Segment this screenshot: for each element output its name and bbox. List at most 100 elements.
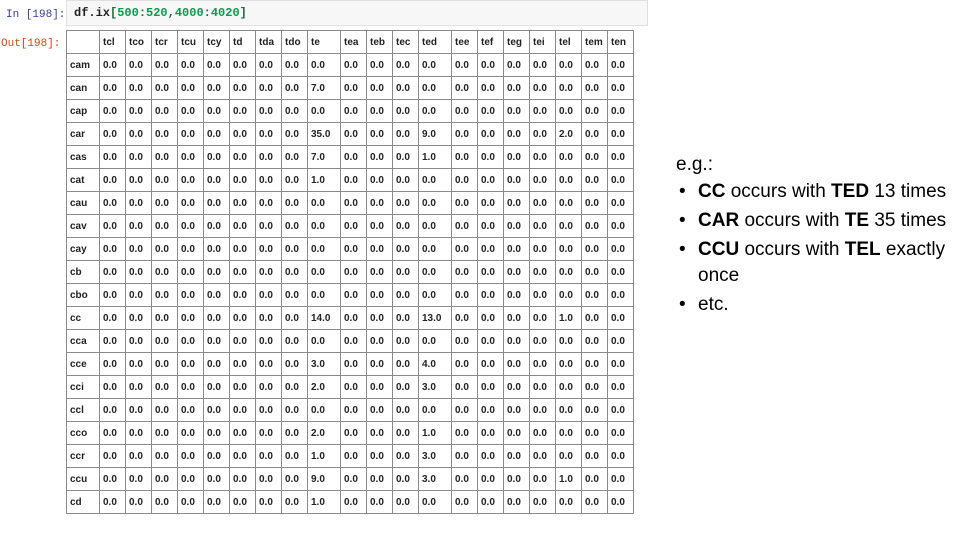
dataframe-column-header: tda [255,30,282,54]
dataframe-cell: 0.0 [151,375,178,399]
dataframe-cell: 0.0 [255,352,282,376]
dataframe-cell: 1.0 [307,490,341,514]
dataframe-cell: 0.0 [255,53,282,77]
dataframe-cell: 0.0 [281,237,308,261]
dataframe-cell: 0.0 [340,191,367,215]
code-colon-1: : [138,6,147,20]
dataframe-cell: 9.0 [307,467,341,491]
dataframe-cell: 0.0 [607,122,634,146]
dataframe-cell: 0.0 [177,145,204,169]
dataframe-cell: 0.0 [151,306,178,330]
code-row-end: 520 [146,6,168,20]
dataframe-cell: 0.0 [607,490,634,514]
dataframe-cell: 0.0 [366,306,393,330]
dataframe-cell: 0.0 [529,76,556,100]
dataframe-cell: 0.0 [451,398,478,422]
dataframe-cell: 0.0 [281,214,308,238]
dataframe-cell: 0.0 [203,444,230,468]
dataframe-cell: 0.0 [177,191,204,215]
dataframe-cell: 0.0 [99,306,126,330]
dataframe-cell: 0.0 [203,191,230,215]
dataframe-container: tcl tco tcr tcu tcy td tda tdo te tea teb tec ted tee… [66,30,648,514]
dataframe-cell: 0.0 [203,168,230,192]
dataframe-cell: 0.0 [99,398,126,422]
table-row: cci 0.0 0.0 0.0 0.0 0.0 0.0 0.0 0.0 2.0 0.0 0.0 0.0 3… [66,375,634,399]
dataframe-cell: 0.0 [451,329,478,353]
dataframe-cell: 0.0 [229,237,256,261]
dataframe-cell: 1.0 [418,145,452,169]
dataframe-cell: 0.0 [529,467,556,491]
dataframe-cell: 0.0 [151,490,178,514]
dataframe-cell: 0.0 [229,444,256,468]
notebook-input-cell[interactable]: In [198]: df.ix[500:520,4000:4020] [0,0,648,26]
dataframe-cell: 0.0 [392,329,419,353]
note-term: TED [831,181,870,202]
dataframe-column-header: ten [607,30,634,54]
dataframe-cell: 0.0 [555,375,582,399]
dataframe-cell: 0.0 [229,53,256,77]
dataframe-cell: 0.0 [503,214,530,238]
dataframe-cell: 0.0 [418,490,452,514]
dataframe-cell: 0.0 [340,76,367,100]
dataframe-cell: 0.0 [203,421,230,445]
dataframe-cell: 0.0 [281,352,308,376]
dataframe-cell: 0.0 [477,145,504,169]
dataframe-column-header: td [229,30,256,54]
note-text: occurs with [739,210,845,231]
code-input-box[interactable]: df.ix[500:520,4000:4020] [66,0,648,26]
table-row: cam 0.0 0.0 0.0 0.0 0.0 0.0 0.0 0.0 0.0 0.0 0.0 0.0 0… [66,53,634,77]
dataframe-cell: 0.0 [392,214,419,238]
dataframe-cell: 0.0 [125,168,152,192]
dataframe-cell: 0.0 [255,490,282,514]
dataframe-cell: 0.0 [125,76,152,100]
dataframe-column-header: tcl [99,30,126,54]
dataframe-cell: 0.0 [203,398,230,422]
code-line: df.ix[500:520,4000:4020] [74,6,247,20]
dataframe-cell: 0.0 [607,53,634,77]
dataframe-cell: 0.0 [477,467,504,491]
list-item: • CAR occurs with TE 35 times [676,208,962,234]
dataframe-cell: 0.0 [392,467,419,491]
dataframe-cell: 0.0 [451,467,478,491]
dataframe-cell: 0.0 [581,375,608,399]
dataframe-cell: 0.0 [451,53,478,77]
table-row: cap 0.0 0.0 0.0 0.0 0.0 0.0 0.0 0.0 0.0 0.0 0.0 0.0 0… [66,99,634,123]
dataframe-cell: 0.0 [281,122,308,146]
dataframe-cell: 0.0 [99,421,126,445]
dataframe-cell: 0.0 [99,168,126,192]
dataframe-cell: 0.0 [555,99,582,123]
dataframe-cell: 0.0 [451,375,478,399]
table-row: cau 0.0 0.0 0.0 0.0 0.0 0.0 0.0 0.0 0.0 0.0 0.0 0.0 0… [66,191,634,215]
dataframe-column-header: tdo [281,30,308,54]
dataframe-cell: 0.0 [125,191,152,215]
dataframe-cell: 0.0 [607,99,634,123]
dataframe-cell: 0.0 [151,76,178,100]
dataframe-cell: 1.0 [307,168,341,192]
dataframe-cell: 0.0 [607,306,634,330]
dataframe-cell: 0.0 [125,283,152,307]
dataframe-cell: 0.0 [177,306,204,330]
dataframe-cell: 0.0 [125,421,152,445]
dataframe-cell: 0.0 [451,306,478,330]
dataframe-cell: 0.0 [229,329,256,353]
dataframe-cell: 0.0 [281,191,308,215]
dataframe-cell: 0.0 [451,145,478,169]
dataframe-column-header: tee [451,30,478,54]
dataframe-cell: 0.0 [177,122,204,146]
dataframe-cell: 0.0 [581,329,608,353]
dataframe-cell: 0.0 [99,145,126,169]
dataframe-cell: 0.0 [581,99,608,123]
dataframe-cell: 0.0 [607,467,634,491]
dataframe-cell: 0.0 [340,306,367,330]
table-row: cc 0.0 0.0 0.0 0.0 0.0 0.0 0.0 0.0 14.0 0.0 0.0 0.0 1… [66,306,634,330]
dataframe-cell: 0.0 [99,283,126,307]
dataframe-cell: 0.0 [581,122,608,146]
dataframe-cell: 0.0 [281,283,308,307]
dataframe-cell: 0.0 [229,467,256,491]
dataframe-cell: 0.0 [555,352,582,376]
dataframe-cell: 0.0 [607,260,634,284]
dataframe-cell: 0.0 [477,490,504,514]
dataframe-cell: 0.0 [607,214,634,238]
dataframe-cell: 0.0 [366,398,393,422]
dataframe-cell: 0.0 [255,467,282,491]
